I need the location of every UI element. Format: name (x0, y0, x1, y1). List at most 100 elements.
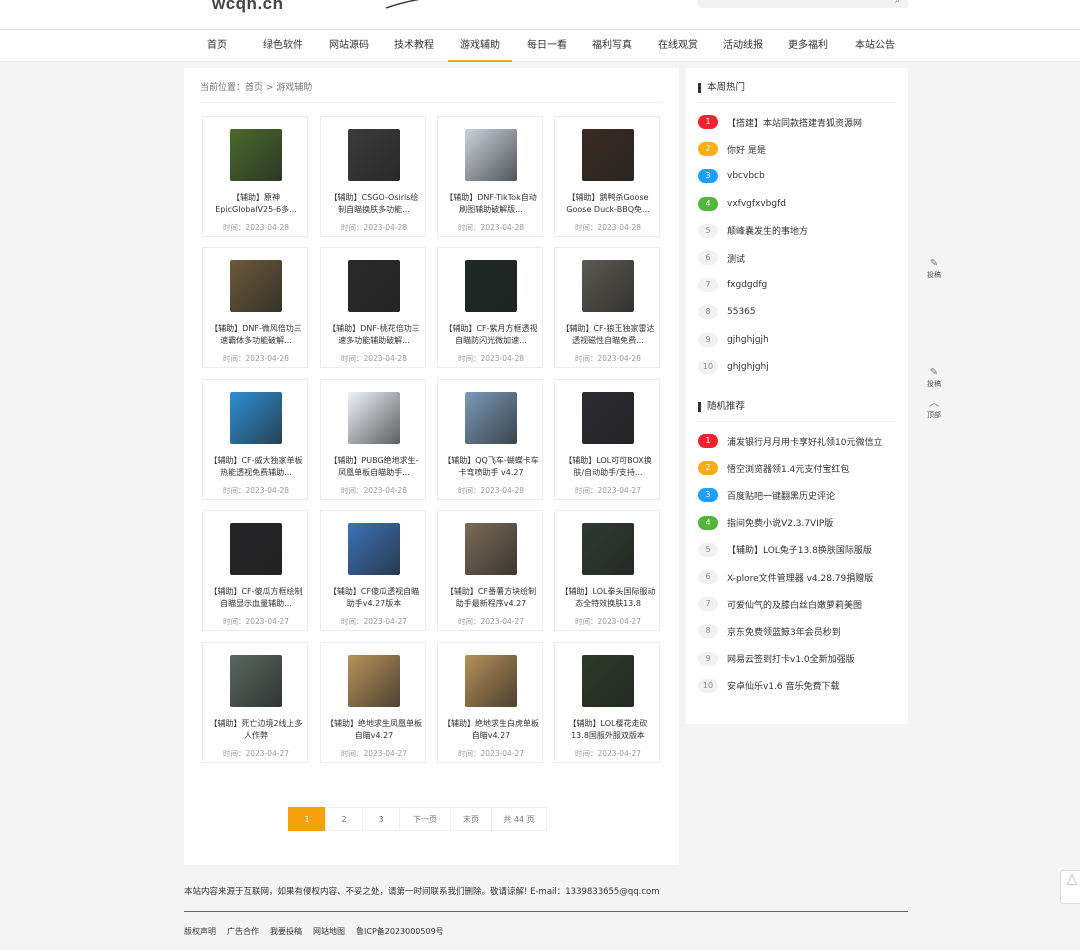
post-thumbnail[interactable] (465, 129, 517, 181)
rank-item-title[interactable]: 浦发银行月月用卡享好礼领10元微信立 (727, 435, 882, 448)
nav-item-home[interactable]: 首页 (197, 30, 237, 62)
last-page-button[interactable]: 末页 (450, 807, 492, 831)
post-card[interactable]: 【辅助】CF-狼王独家雷达透视磁性自瞄免费... 时间：2023-04-28 (554, 247, 660, 368)
post-thumbnail[interactable] (230, 523, 282, 575)
page-button-3[interactable]: 3 (362, 807, 400, 831)
footer-link-submit[interactable]: 我要投稿 (270, 926, 302, 937)
post-title[interactable]: 【辅助】LOL樱花走砍13.8国服外服双版本 (560, 718, 656, 742)
page-button-1[interactable]: 1 (288, 807, 326, 831)
post-thumbnail[interactable] (582, 260, 634, 312)
post-title[interactable]: 【辅助】DNF-桃花倍功三速多功能辅助破解... (326, 323, 422, 347)
footer-link-icp[interactable]: 鲁ICP备2023000509号 (356, 926, 444, 937)
post-card[interactable]: 【辅助】绝地求生凤凰单板自瞄v4.27 时间：2023-04-27 (320, 642, 426, 763)
post-title[interactable]: 【辅助】DNF-微风倍功三速霸体多功能破解... (208, 323, 304, 347)
rank-item-title[interactable]: 55365 (727, 307, 756, 317)
post-thumbnail[interactable] (230, 129, 282, 181)
float-submit-button-2[interactable]: ✎ 投稿 (921, 367, 947, 389)
post-title[interactable]: 【辅助】LOL拳头国际服动态全特效换肤13.8 (560, 586, 656, 610)
rank-item[interactable]: 4 指间免费小说V2.3.7VIP版 (698, 515, 833, 531)
rank-item[interactable]: 9 gjhghjgjh (698, 332, 769, 348)
page-button-2[interactable]: 2 (325, 807, 363, 831)
nav-item-source-code[interactable]: 网站源码 (322, 30, 376, 62)
post-thumbnail[interactable] (348, 260, 400, 312)
post-card[interactable]: 【辅助】LOL拳头国际服动态全特效换肤13.8 时间：2023-04-27 (554, 510, 660, 631)
post-title[interactable]: 【辅助】CF番薯方块绘制助手最新程序v4.27 (443, 586, 539, 610)
post-thumbnail[interactable] (582, 655, 634, 707)
corner-top-widget[interactable]: △ (1060, 870, 1080, 904)
rank-item-title[interactable]: ghjghjghj (727, 362, 769, 372)
rank-item-title[interactable]: 京东免费领蓝鲸3年会员秒到 (727, 625, 841, 638)
post-card[interactable]: 【辅助】DNF-桃花倍功三速多功能辅助破解... 时间：2023-04-28 (320, 247, 426, 368)
rank-item[interactable]: 4 vxfvgfxvbgfd (698, 196, 786, 212)
rank-item-title[interactable]: 【辅助】LOL兔子13.8换肤国际服版 (727, 543, 872, 556)
nav-item-daily[interactable]: 每日一看 (520, 30, 574, 62)
rank-item-title[interactable]: X-plore文件管理器 v4.28.79捐赠版 (727, 571, 873, 584)
post-title[interactable]: 【辅助】CSGO-Osiris绘制自瞄换肤多功能... (326, 192, 422, 216)
post-title[interactable]: 【辅助】CF-威大独家单板热能透视免费辅助... (208, 455, 304, 479)
post-thumbnail[interactable] (230, 260, 282, 312)
site-logo[interactable]: wcqh.cn (212, 0, 284, 14)
rank-item-title[interactable]: vxfvgfxvbgfd (727, 199, 786, 209)
post-card[interactable]: 【辅助】CF-威大独家单板热能透视免费辅助... 时间：2023-04-28 (202, 379, 308, 500)
post-card[interactable]: 【辅助】LOL可可BOX换肤/自动助手/支持... 时间：2023-04-27 (554, 379, 660, 500)
post-title[interactable]: 【辅助】QQ飞车-蝴蝶卡车卡弯喷助手 v4.27 (443, 455, 539, 479)
rank-item-title[interactable]: 安卓仙乐v1.6 音乐免费下载 (727, 679, 840, 692)
rank-item[interactable]: 6 测试 (698, 250, 745, 266)
post-title[interactable]: 【辅助】绝地求生白虎单板自瞄v4.27 (443, 718, 539, 742)
rank-item[interactable]: 2 悟空浏览器领1.4元支付宝红包 (698, 460, 849, 476)
rank-item[interactable]: 5 颠峰囊发生的事地方 (698, 223, 808, 239)
rank-item[interactable]: 1 浦发银行月月用卡享好礼领10元微信立 (698, 433, 882, 449)
post-card[interactable]: 【辅助】QQ飞车-蝴蝶卡车卡弯喷助手 v4.27 时间：2023-04-28 (437, 379, 543, 500)
post-title[interactable]: 【辅助】CF-傻瓜方框绘制自瞄显示血量辅助... (208, 586, 304, 610)
rank-item-title[interactable]: 你好 是是 (727, 143, 766, 156)
rank-item-title[interactable]: gjhghjgjh (727, 335, 769, 345)
post-card[interactable]: 【辅助】鹅鸭杀Goose Goose Duck-BBQ免... 时间：2023-0… (554, 116, 660, 237)
post-card[interactable]: 【辅助】绝地求生白虎单板自瞄v4.27 时间：2023-04-27 (437, 642, 543, 763)
post-card[interactable]: 【辅助】死亡边境2线上多人作弊 时间：2023-04-27 (202, 642, 308, 763)
rank-item[interactable]: 5 【辅助】LOL兔子13.8换肤国际服版 (698, 542, 872, 558)
post-card[interactable]: 【辅助】CF番薯方块绘制助手最新程序v4.27 时间：2023-04-27 (437, 510, 543, 631)
post-card[interactable]: 【辅助】CF-傻瓜方框绘制自瞄显示血量辅助... 时间：2023-04-27 (202, 510, 308, 631)
post-thumbnail[interactable] (465, 260, 517, 312)
rank-item[interactable]: 3 vbcvbcb (698, 168, 765, 184)
post-title[interactable]: 【辅助】PUBG绝地求生-凤凰单板自瞄助手... (326, 455, 422, 479)
rank-item-title[interactable]: vbcvbcb (727, 171, 765, 181)
nav-item-deals[interactable]: 活动线报 (716, 30, 770, 62)
post-title[interactable]: 【辅助】CF傻瓜透视自瞄助手v4.27版本 (326, 586, 422, 610)
rank-item-title[interactable]: 悟空浏览器领1.4元支付宝红包 (727, 462, 849, 475)
search-input[interactable]: ⌕ (698, 0, 908, 8)
post-thumbnail[interactable] (582, 523, 634, 575)
nav-item-photos[interactable]: 福利写真 (585, 30, 639, 62)
post-card[interactable]: 【辅助】CF-紫月方框透视自瞄防闪光微加速... 时间：2023-04-28 (437, 247, 543, 368)
nav-item-announcements[interactable]: 本站公告 (848, 30, 902, 62)
rank-item[interactable]: 6 X-plore文件管理器 v4.28.79捐赠版 (698, 569, 873, 585)
post-thumbnail[interactable] (465, 655, 517, 707)
nav-item-more-benefits[interactable]: 更多福利 (781, 30, 835, 62)
nav-item-game-assist[interactable]: 游戏辅助 (448, 30, 512, 62)
rank-item[interactable]: 7 可爱仙气的及膝白丝白嫩萝莉美图 (698, 596, 862, 612)
rank-item-title[interactable]: 【搭建】本站同款搭建青狐资源网 (727, 116, 862, 129)
rank-item[interactable]: 10 安卓仙乐v1.6 音乐免费下载 (698, 678, 840, 694)
nav-item-online-watch[interactable]: 在线观赏 (651, 30, 705, 62)
post-title[interactable]: 【辅助】绝地求生凤凰单板自瞄v4.27 (326, 718, 422, 742)
search-icon[interactable]: ⌕ (895, 0, 900, 6)
post-title[interactable]: 【辅助】死亡边境2线上多人作弊 (208, 718, 304, 742)
post-thumbnail[interactable] (230, 655, 282, 707)
post-thumbnail[interactable] (348, 392, 400, 444)
rank-item-title[interactable]: fxgdgdfg (727, 280, 767, 290)
rank-item-title[interactable]: 网易云签到打卡v1.0全新加强版 (727, 652, 855, 665)
post-title[interactable]: 【辅助】DNF-TikTok自动刷图辅助破解版... (443, 192, 539, 216)
rank-item[interactable]: 2 你好 是是 (698, 141, 766, 157)
rank-item[interactable]: 3 百度贴吧一键翻黑历史评论 (698, 487, 835, 503)
post-title[interactable]: 【辅助】CF-紫月方框透视自瞄防闪光微加速... (443, 323, 539, 347)
post-title[interactable]: 【辅助】原神EpicGlobalV25-6多... (208, 192, 304, 216)
footer-link-sitemap[interactable]: 网站地图 (313, 926, 345, 937)
post-card[interactable]: 【辅助】原神EpicGlobalV25-6多... 时间：2023-04-28 (202, 116, 308, 237)
nav-item-tutorials[interactable]: 技术教程 (387, 30, 441, 62)
float-submit-button-1[interactable]: ✎ 投稿 (921, 258, 947, 280)
post-card[interactable]: 【辅助】LOL樱花走砍13.8国服外服双版本 时间：2023-04-27 (554, 642, 660, 763)
rank-item-title[interactable]: 指间免费小说V2.3.7VIP版 (727, 516, 833, 529)
footer-link-ads[interactable]: 广告合作 (227, 926, 259, 937)
post-card[interactable]: 【辅助】CF傻瓜透视自瞄助手v4.27版本 时间：2023-04-27 (320, 510, 426, 631)
rank-item-title[interactable]: 颠峰囊发生的事地方 (727, 224, 808, 237)
